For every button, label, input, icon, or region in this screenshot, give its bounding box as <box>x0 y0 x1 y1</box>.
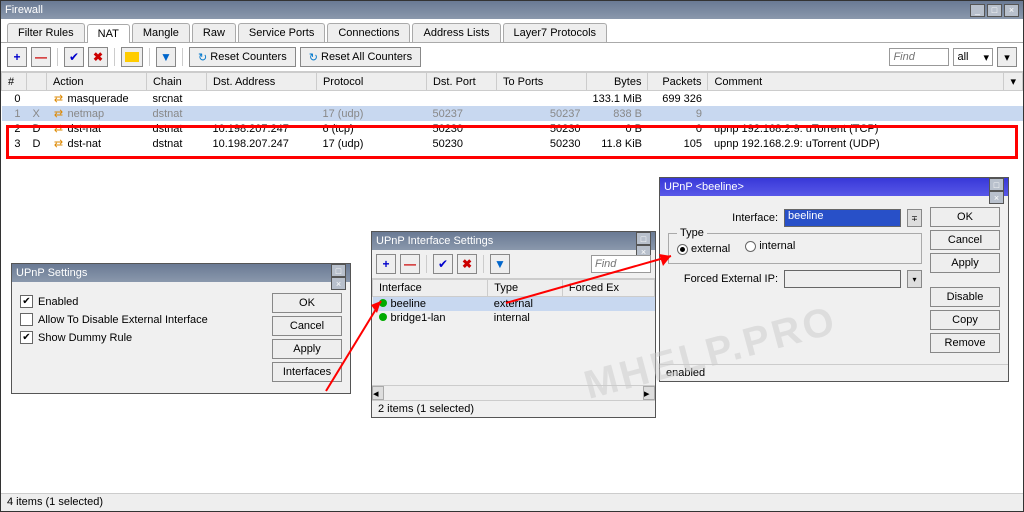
tab-connections[interactable]: Connections <box>327 23 410 42</box>
main-title: Firewall <box>5 1 43 19</box>
minimize-icon[interactable]: _ <box>970 4 985 17</box>
col-comment[interactable]: Comment <box>708 73 1004 91</box>
cancel-button[interactable]: Cancel <box>930 230 1000 250</box>
disable-button[interactable]: ✖ <box>88 47 108 67</box>
internal-radio[interactable]: internal <box>745 240 795 252</box>
apply-button[interactable]: Apply <box>930 253 1000 273</box>
filter-combo[interactable]: all▾ <box>953 48 993 66</box>
col-protocol[interactable]: Protocol <box>316 73 426 91</box>
forced-ip-input[interactable] <box>784 270 901 288</box>
scroll-right-icon[interactable]: ▸ <box>643 386 655 400</box>
disable-button[interactable]: ✖ <box>457 254 477 274</box>
disable-button[interactable]: Disable <box>930 287 1000 307</box>
upnp-beeline-titlebar: UPnP <beeline> □× <box>660 178 1008 196</box>
maximize-icon[interactable]: □ <box>987 4 1002 17</box>
chevron-down-icon[interactable]: ∓ <box>907 209 922 227</box>
ok-button[interactable]: OK <box>930 207 1000 227</box>
tab-mangle[interactable]: Mangle <box>132 23 190 42</box>
tab-address-lists[interactable]: Address Lists <box>412 23 500 42</box>
tab-service-ports[interactable]: Service Ports <box>238 23 325 42</box>
close-icon[interactable]: × <box>331 277 346 290</box>
firewall-table: # Action Chain Dst. Address Protocol Dst… <box>1 72 1023 151</box>
table-row[interactable]: beelineexternal <box>373 297 655 312</box>
enabled-checkbox[interactable]: ✔Enabled <box>20 295 262 308</box>
main-titlebar: Firewall _ □ × <box>1 1 1023 19</box>
filter-button[interactable]: ▼ <box>490 254 510 274</box>
tab-layer7[interactable]: Layer7 Protocols <box>503 23 608 42</box>
upnp-interface-window: UPnP Interface Settings □× + — ✔ ✖ ▼ Int… <box>371 231 656 418</box>
upnp-settings-window: UPnP Settings □× ✔Enabled Allow To Disab… <box>11 263 351 394</box>
type-fieldset: Type external internal <box>668 233 922 264</box>
add-button[interactable]: + <box>376 254 396 274</box>
chevron-down-icon[interactable]: ▾ <box>907 270 922 288</box>
upnp-settings-titlebar: UPnP Settings □× <box>12 264 350 282</box>
col-packets[interactable]: Packets <box>648 73 708 91</box>
table-row[interactable]: 1X⇄netmapdstnat17 (udp)5023750237838 B9 <box>2 106 1023 121</box>
scroll-left-icon[interactable]: ◂ <box>372 386 384 400</box>
allow-disable-checkbox[interactable]: Allow To Disable External Interface <box>20 313 262 326</box>
status-dot-icon <box>379 299 387 307</box>
find-input[interactable] <box>591 255 651 273</box>
col-to-ports[interactable]: To Ports <box>496 73 586 91</box>
forced-ip-label: Forced External IP: <box>668 273 778 285</box>
filter-dropdown-icon[interactable]: ▾ <box>997 47 1017 67</box>
interface-input[interactable]: beeline <box>784 209 901 227</box>
remove-button[interactable]: Remove <box>930 333 1000 353</box>
interfaces-button[interactable]: Interfaces <box>272 362 342 382</box>
tab-filter-rules[interactable]: Filter Rules <box>7 23 85 42</box>
col-num[interactable]: # <box>2 73 27 91</box>
upnp-beeline-status: enabled <box>660 364 1008 381</box>
upnp-interface-titlebar: UPnP Interface Settings □× <box>372 232 655 250</box>
enable-button[interactable]: ✔ <box>433 254 453 274</box>
status-dot-icon <box>379 313 387 321</box>
main-toolbar: + — ✔ ✖ ▼ ↻ Reset Counters ↻ Reset All C… <box>1 43 1023 72</box>
col-type[interactable]: Type <box>488 280 563 297</box>
table-row[interactable]: 0⇄masqueradesrcnat133.1 MiB699 326 <box>2 91 1023 107</box>
scrollbar[interactable] <box>384 386 643 400</box>
main-tabs: Filter Rules NAT Mangle Raw Service Port… <box>1 19 1023 43</box>
table-row[interactable]: 2D⇄dst-natdstnat10.198.207.2476 (tcp)502… <box>2 121 1023 136</box>
filter-button[interactable]: ▼ <box>156 47 176 67</box>
col-chain[interactable]: Chain <box>146 73 206 91</box>
tab-nat[interactable]: NAT <box>87 24 130 43</box>
table-row[interactable]: 3D⇄dst-natdstnat10.198.207.24717 (udp)50… <box>2 136 1023 151</box>
show-dummy-checkbox[interactable]: ✔Show Dummy Rule <box>20 331 262 344</box>
copy-button[interactable]: Copy <box>930 310 1000 330</box>
upnp-beeline-window: UPnP <beeline> □× Interface: beeline ∓ T… <box>659 177 1009 382</box>
apply-button[interactable]: Apply <box>272 339 342 359</box>
col-dst-addr[interactable]: Dst. Address <box>206 73 316 91</box>
col-interface[interactable]: Interface <box>373 280 488 297</box>
remove-button[interactable]: — <box>31 47 51 67</box>
tab-raw[interactable]: Raw <box>192 23 236 42</box>
remove-button[interactable]: — <box>400 254 420 274</box>
external-radio[interactable]: external <box>677 243 730 255</box>
reset-counters-button[interactable]: ↻ Reset Counters <box>189 47 296 67</box>
close-icon[interactable]: × <box>989 191 1004 204</box>
col-dst-port[interactable]: Dst. Port <box>426 73 496 91</box>
close-icon[interactable]: × <box>1004 4 1019 17</box>
upnp-interface-status: 2 items (1 selected) <box>372 400 655 417</box>
col-action[interactable]: Action <box>46 73 146 91</box>
reset-all-counters-button[interactable]: ↻ Reset All Counters <box>300 47 421 67</box>
upnp-interface-table: Interface Type Forced Ex beelineexternal… <box>372 279 655 325</box>
main-statusbar: 4 items (1 selected) <box>1 493 1023 511</box>
table-row[interactable]: bridge1-laninternal <box>373 311 655 325</box>
col-forced[interactable]: Forced Ex <box>562 280 654 297</box>
ok-button[interactable]: OK <box>272 293 342 313</box>
add-button[interactable]: + <box>7 47 27 67</box>
col-bytes[interactable]: Bytes <box>586 73 648 91</box>
cancel-button[interactable]: Cancel <box>272 316 342 336</box>
interface-label: Interface: <box>668 212 778 224</box>
enable-button[interactable]: ✔ <box>64 47 84 67</box>
comment-button[interactable] <box>121 47 143 67</box>
find-input[interactable] <box>889 48 949 66</box>
